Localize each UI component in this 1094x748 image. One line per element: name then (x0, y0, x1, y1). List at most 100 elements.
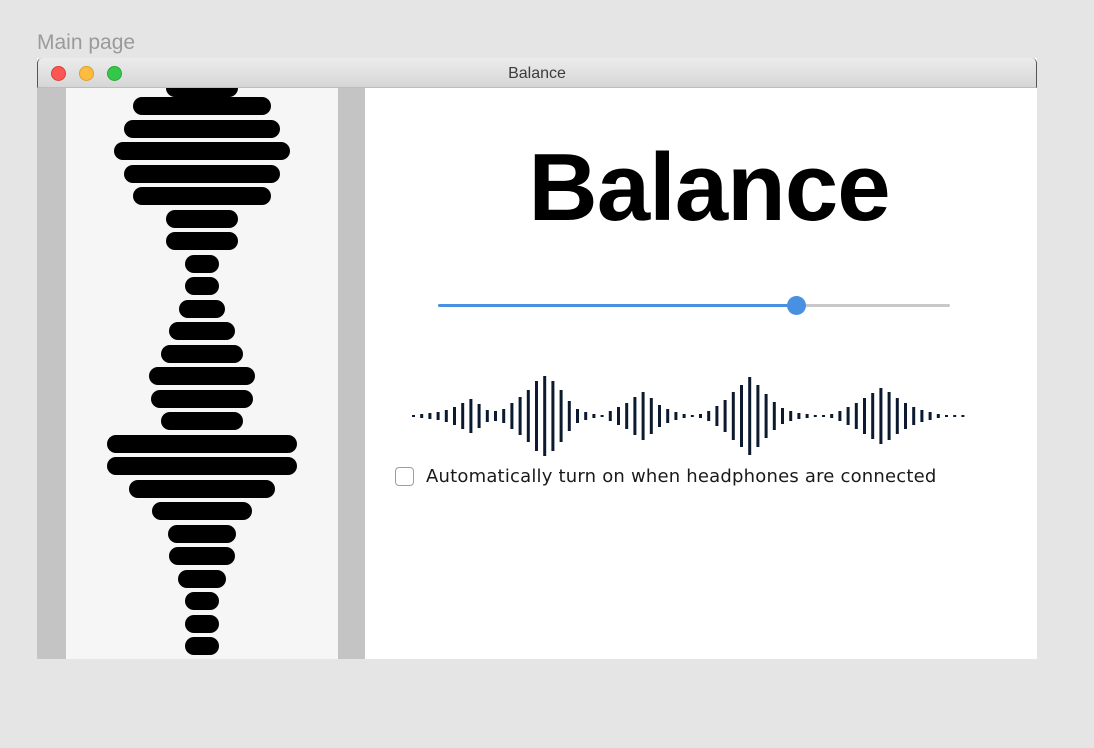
sidebar-wave-bar (166, 210, 238, 228)
waveform-bar (551, 381, 555, 451)
waveform-bar (535, 381, 538, 451)
sidebar-wave-bar (124, 120, 280, 138)
waveform-bar (559, 390, 563, 442)
auto-enable-label: Automatically turn on when headphones ar… (426, 466, 937, 487)
waveform-bar (625, 403, 629, 429)
waveform-bar (789, 411, 793, 421)
audio-waveform-icon (412, 376, 965, 456)
waveform-bar (895, 398, 899, 434)
waveform-bar (723, 400, 727, 432)
window-title: Balance (508, 65, 566, 82)
waveform-bar (797, 413, 801, 419)
waveform-bar (543, 376, 547, 456)
waveform-bar (690, 415, 694, 417)
waveform-bar (953, 415, 957, 417)
vertical-sound-wave-icon (107, 88, 297, 655)
waveform-bar (600, 415, 604, 417)
sidebar-wave-bar (166, 88, 238, 97)
page-label: Main page (37, 31, 136, 54)
sidebar-wave-bar (169, 322, 235, 340)
sidebar-wave-bar (161, 412, 243, 430)
sidebar-wave-bar (149, 367, 255, 385)
sidebar-wave-bar (169, 547, 235, 565)
waveform-bar (674, 412, 678, 420)
sidebar-wave-bar (107, 435, 297, 453)
waveform-bar (887, 392, 891, 440)
auto-enable-checkbox[interactable] (395, 467, 414, 486)
waveform-bar (764, 394, 768, 438)
waveform-bar (871, 393, 875, 439)
waveform-bar (567, 401, 571, 431)
waveform-bar (936, 414, 940, 418)
waveform-bar (928, 412, 932, 420)
title-bar[interactable]: Balance (37, 58, 1037, 88)
waveform-bar (920, 410, 924, 422)
waveform-bar (756, 385, 760, 447)
sidebar-wave-bar (166, 232, 238, 250)
waveform-bar (912, 407, 916, 425)
waveform-bar (641, 392, 645, 440)
waveform-bar (453, 407, 456, 425)
waveform-bar (879, 388, 883, 444)
sidebar-wave-bar (133, 187, 271, 205)
waveform-bar (633, 397, 637, 435)
waveform-bar (904, 403, 907, 429)
sidebar-wave-bar (168, 525, 236, 543)
sidebar-wave-bar (129, 480, 275, 498)
sidebar-wave-bar (185, 637, 219, 655)
waveform-bar (526, 390, 530, 442)
slider-fill (438, 304, 796, 307)
waveform-bar (658, 405, 661, 427)
sidebar-wave-bar (124, 165, 280, 183)
auto-enable-option[interactable]: Automatically turn on when headphones ar… (395, 466, 937, 487)
balance-slider[interactable] (438, 296, 950, 316)
waveform-bar (813, 415, 817, 417)
waveform-bar (740, 385, 743, 447)
waveform-bar (469, 399, 473, 433)
waveform-bar (444, 410, 448, 422)
waveform-bar (485, 410, 489, 422)
waveform-bar (608, 411, 612, 421)
waveform-bar (854, 403, 858, 429)
sidebar-wave-bar (185, 592, 219, 610)
waveform-bar (649, 398, 653, 434)
waveform-bar (748, 377, 752, 455)
waveform-bar (731, 392, 735, 440)
waveform-bar (617, 407, 620, 425)
waveform-bar (518, 397, 522, 435)
sidebar-wave-bar (185, 615, 219, 633)
waveform-bar (477, 404, 481, 428)
main-content: Balance Automatically turn on when headp… (365, 88, 1037, 659)
sidebar-panel (66, 88, 338, 659)
sidebar-wave-bar (185, 277, 219, 295)
waveform-bar (576, 409, 579, 423)
waveform-bar (863, 398, 866, 434)
waveform-bar (805, 414, 809, 418)
sidebar-wave-bar (179, 300, 225, 318)
waveform-bar (682, 414, 686, 418)
waveform-bar (945, 415, 948, 417)
waveform-bar (494, 411, 497, 421)
waveform-bar (772, 402, 776, 430)
sidebar-wave-bar (151, 390, 253, 408)
slider-thumb[interactable] (787, 296, 806, 315)
page-title: Balance (528, 134, 890, 241)
waveform-bar (666, 409, 670, 423)
waveform-bar (715, 406, 719, 426)
sidebar-wave-bar (178, 570, 226, 588)
sidebar-wave-bar (161, 345, 243, 363)
sidebar-wave-bar (133, 97, 271, 115)
waveform-bar (846, 407, 850, 425)
sidebar-wave-bar (114, 142, 290, 160)
waveform-bar (699, 414, 702, 418)
waveform-bar (510, 403, 514, 429)
app-window: Balance Balance Automatically turn on wh… (37, 58, 1037, 659)
sidebar (37, 88, 365, 659)
sidebar-wave-bar (107, 457, 297, 475)
waveform-bar (781, 408, 784, 424)
waveform-bar (822, 415, 825, 417)
waveform-bar (412, 415, 415, 417)
waveform-bar (461, 403, 465, 429)
waveform-bar (436, 412, 440, 420)
waveform-bar (420, 414, 424, 418)
